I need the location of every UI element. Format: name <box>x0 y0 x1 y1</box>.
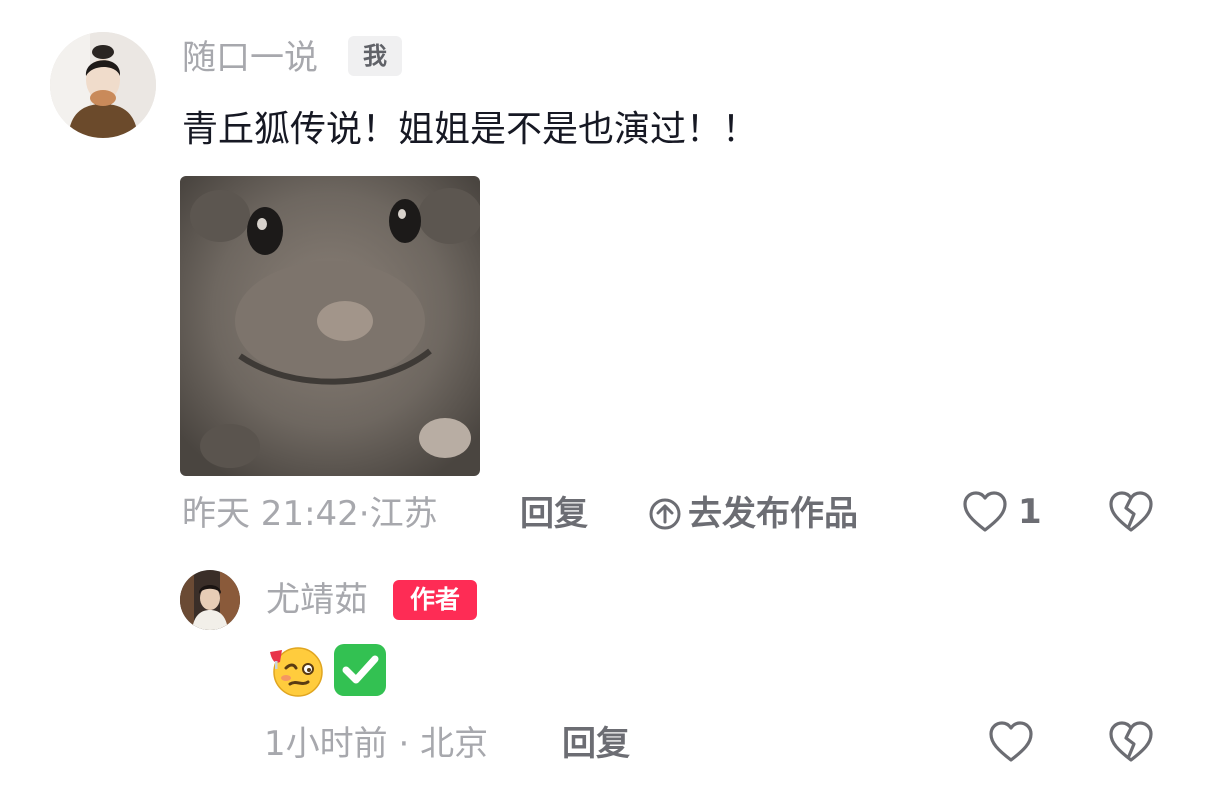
check-mark-button-emoji <box>332 642 388 698</box>
commenter-username[interactable]: 随口一说 <box>182 38 318 78</box>
commenter-avatar[interactable] <box>50 32 156 138</box>
publish-work-button[interactable]: 去发布作品 <box>648 494 858 534</box>
heart-outline-icon <box>988 720 1034 768</box>
meta-separator: · <box>358 494 370 534</box>
dislike-button[interactable] <box>1108 490 1154 534</box>
comment-sticker-image[interactable] <box>180 176 480 476</box>
broken-heart-icon <box>1108 490 1154 538</box>
comment-time: 昨天 21:42 <box>182 494 359 534</box>
reply-time: 1小时前 <box>264 724 388 764</box>
reply-location: 北京 <box>420 724 489 764</box>
reply-to-reply-button[interactable]: 回复 <box>562 724 630 764</box>
heart-outline-icon <box>962 490 1008 534</box>
reply-meta: 1小时前 · 北京 <box>264 724 488 764</box>
like-button[interactable]: 1 <box>962 490 1042 534</box>
publish-work-label: 去发布作品 <box>688 494 858 534</box>
reply-dislike-button[interactable] <box>1108 720 1154 764</box>
comment-meta: 昨天 21:42·江苏 <box>182 494 438 534</box>
comment-location: 江苏 <box>369 494 438 534</box>
reply-meta-separator: · <box>398 724 410 764</box>
author-badge: 作者 <box>393 580 477 620</box>
reply-username[interactable]: 尤靖茹 <box>266 580 368 620</box>
broken-heart-icon <box>1108 720 1154 768</box>
reply-button[interactable]: 回复 <box>520 494 588 534</box>
comment-text: 青丘狐传说！姐姐是不是也演过！！ <box>182 109 759 150</box>
reply-avatar[interactable] <box>180 570 240 630</box>
like-count: 1 <box>1018 492 1042 532</box>
reply-like-button[interactable] <box>988 720 1034 764</box>
woozy-face-emoji <box>266 642 326 698</box>
upload-arrow-icon <box>648 497 682 531</box>
me-badge: 我 <box>348 36 402 76</box>
reply-emoji-row <box>266 642 388 698</box>
